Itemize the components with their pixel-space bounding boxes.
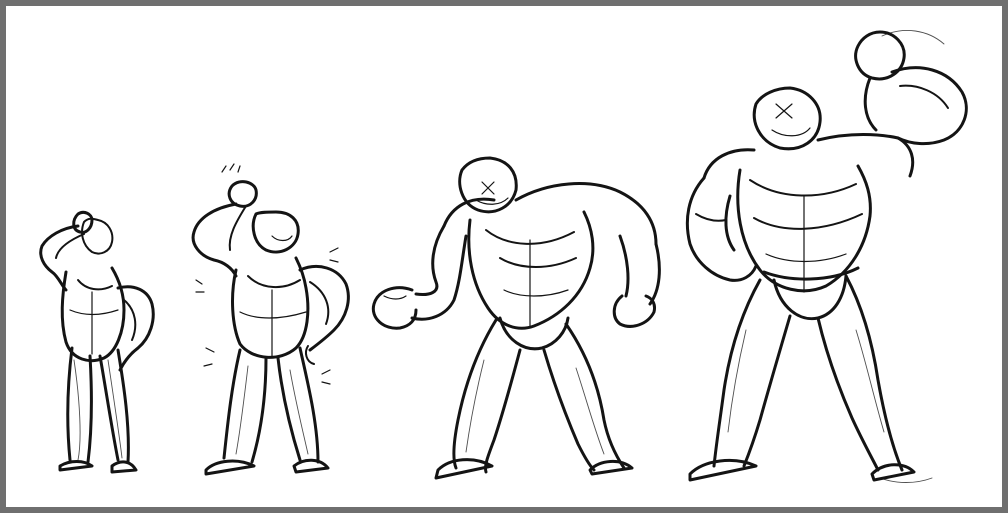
figure-stage-4 <box>685 30 968 483</box>
figure-stage-2 <box>191 163 350 476</box>
figure-stage-1 <box>39 210 155 474</box>
sketch-svg <box>39 30 968 483</box>
figure-stage-3 <box>371 156 661 480</box>
